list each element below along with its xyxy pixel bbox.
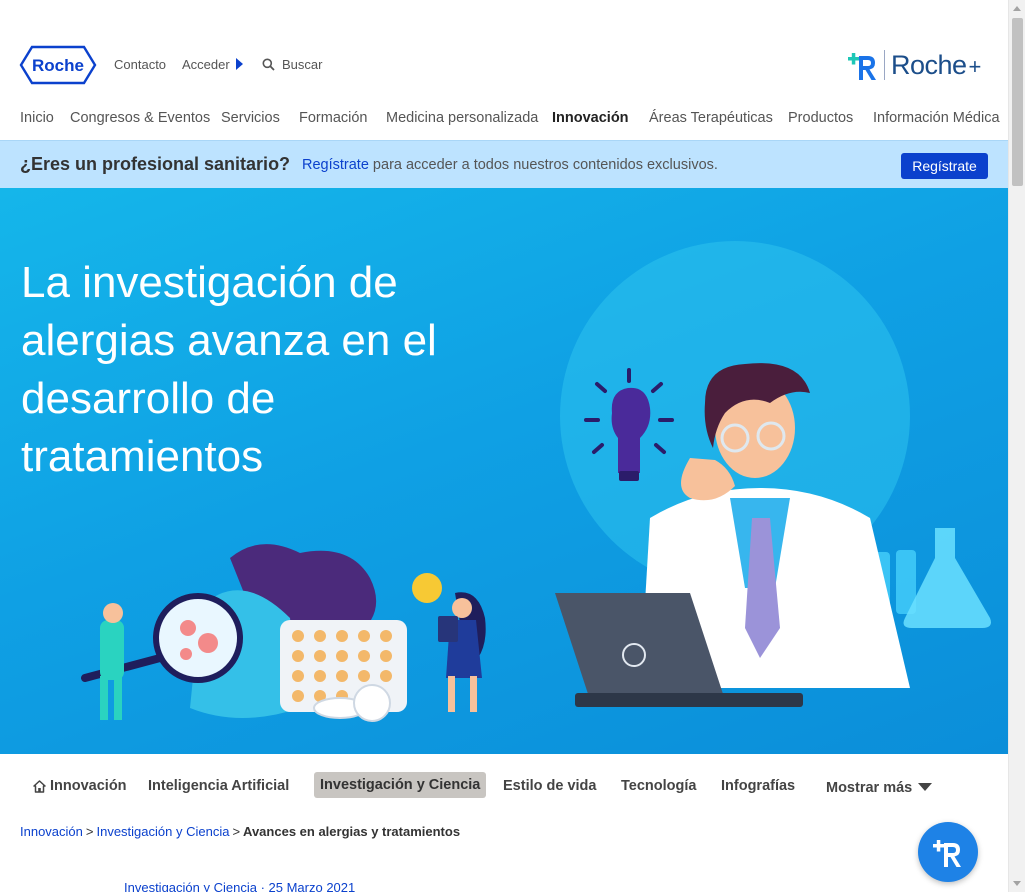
nav-item-informacion-medica[interactable]: Información Médica	[873, 110, 1000, 130]
search-trigger[interactable]: Buscar	[262, 57, 322, 72]
site-header: Roche Contacto Acceder Buscar Roche+	[0, 0, 1008, 100]
subnav-more-button[interactable]: Mostrar más	[826, 780, 933, 796]
subnav-home-label: Innovación	[50, 778, 127, 794]
contacto-link[interactable]: Contacto	[114, 57, 166, 72]
search-label: Buscar	[282, 57, 323, 72]
scroll-down-arrow[interactable]	[1013, 881, 1021, 886]
caret-right-icon	[235, 58, 243, 70]
hero-banner: La investigación de alergias avanza en e…	[0, 188, 1008, 754]
rocheplus-word: Roche+	[891, 49, 981, 80]
scroll-thumb[interactable]	[1012, 18, 1023, 186]
page-scrollbar[interactable]	[1008, 0, 1025, 892]
nav-item-medicina-personalizada[interactable]: Medicina personalizada	[386, 110, 552, 130]
nav-item-formacion[interactable]: Formación	[299, 110, 386, 130]
logo-text: Roche	[32, 56, 84, 75]
home-icon	[33, 779, 46, 793]
professional-banner: ¿Eres un profesional sanitario? Regístra…	[0, 140, 1008, 188]
rocheplus-r-icon	[933, 840, 961, 867]
nav-item-congresos[interactable]: Congresos & Eventos	[70, 110, 221, 130]
nav-item-inicio[interactable]: Inicio	[20, 110, 70, 130]
subnav-home[interactable]: Innovación	[33, 778, 127, 794]
breadcrumb-current: Avances en alergias y tratamientos	[243, 824, 461, 839]
subnav-more-label: Mostrar más	[826, 780, 913, 796]
breadcrumb-investigacion[interactable]: Investigación y Ciencia	[96, 824, 229, 839]
roche-hexagon-icon: Roche	[19, 45, 97, 85]
register-inline-link[interactable]: Regístrate	[302, 157, 369, 173]
breadcrumb-separator: >	[85, 824, 94, 839]
roche-logo[interactable]: Roche	[19, 45, 97, 85]
chevron-down-icon	[918, 783, 933, 791]
nav-item-servicios[interactable]: Servicios	[221, 110, 299, 130]
subnav-tecnologia[interactable]: Tecnología	[621, 778, 696, 794]
professional-rest-text: para acceder a todos nuestros contenidos…	[368, 157, 718, 173]
subnav-inteligencia-artificial[interactable]: Inteligencia Artificial	[148, 778, 289, 794]
breadcrumb: Innovación > Investigación y Ciencia > Avanc…	[20, 824, 460, 839]
nav-item-areas-terapeuticas[interactable]: Áreas Terapéuticas	[649, 110, 788, 130]
nav-item-innovacion[interactable]: Innovación	[552, 110, 649, 130]
article-meta: Investigación y Ciencia · 25 Marzo 2021	[124, 880, 355, 892]
hero-title: La investigación de alergias avanza en e…	[21, 258, 437, 481]
search-icon	[262, 58, 275, 71]
subnav-estilo-de-vida[interactable]: Estilo de vida	[503, 778, 596, 794]
rocheplus-floating-button[interactable]	[918, 822, 978, 882]
nav-item-productos[interactable]: Productos	[788, 110, 873, 130]
breadcrumb-innovacion[interactable]: Innovación	[20, 824, 83, 839]
breadcrumb-separator: >	[232, 824, 241, 839]
acceder-label: Acceder	[182, 57, 230, 72]
subnav-investigacion-ciencia[interactable]: Investigación y Ciencia	[314, 772, 487, 798]
innovation-subnav: Innovación Inteligencia Artificial Inves…	[0, 770, 1008, 806]
acceder-link[interactable]: Acceder	[182, 57, 243, 72]
professional-text: Regístrate para acceder a todos nuestros…	[302, 157, 718, 173]
subnav-infografias[interactable]: Infografías	[721, 778, 795, 794]
article-meta-text: Investigación y Ciencia · 25 Marzo 2021	[124, 880, 356, 892]
register-button[interactable]: Regístrate	[901, 153, 988, 179]
rocheplus-divider	[884, 50, 885, 80]
professional-question: ¿Eres un profesional sanitario?	[20, 154, 291, 174]
scroll-up-arrow[interactable]	[1013, 6, 1021, 11]
rocheplus-r-icon	[848, 53, 876, 80]
main-nav: Inicio Congresos & Eventos Servicios For…	[20, 110, 1000, 130]
rocheplus-logo[interactable]: Roche+	[846, 46, 981, 84]
